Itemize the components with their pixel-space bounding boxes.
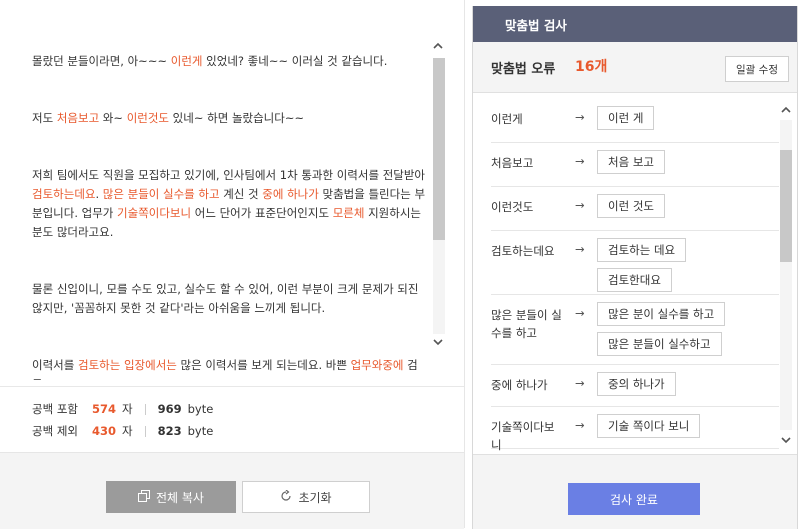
error-original[interactable]: 이런게 (491, 110, 565, 128)
editor-text-segment: 와~ (99, 111, 127, 125)
editor-text-segment: 계신 것 (219, 187, 263, 201)
copy-all-button[interactable]: 전체 복사 (106, 481, 236, 513)
count-with-space-bytes: 969 (157, 402, 182, 416)
count-without-space-chars: 430 (91, 424, 116, 438)
count-without-space-label: 공백 제외 (32, 424, 78, 438)
count-without-space: 공백 제외 430 자 823 byte (32, 423, 213, 439)
editor-panel: 몰랐던 분들이라면, 아~~~ 이런게 있었네? 좋네~~ 이러실 것 같습니다… (0, 0, 465, 529)
error-row: 처음보고 → 처음 보고 (491, 142, 779, 187)
editor-paragraph: 저도 처음보고 와~ 이런것도 있네~ 하면 놀랐습니다~~ (32, 109, 428, 128)
arrow-right-icon: → (575, 418, 585, 432)
editor-paragraph: 물론 신입이니, 모를 수도 있고, 실수도 할 수 있어, 이런 부분이 크게… (32, 280, 428, 318)
char-unit: 자 (122, 424, 133, 438)
error-original[interactable]: 이런것도 (491, 198, 565, 216)
arrow-right-icon: → (575, 110, 585, 124)
error-count: 16개 (575, 59, 608, 75)
editor-scroll-down-icon[interactable] (432, 336, 444, 348)
editor-text-segment: 물론 신입이니, 모를 수도 있고, 실수도 할 수 있어, 이런 부분이 크게… (32, 282, 419, 315)
editor-footer: 전체 복사 초기화 (0, 452, 464, 529)
reset-label: 초기화 (298, 490, 332, 505)
refresh-icon (280, 489, 292, 505)
reset-button[interactable]: 초기화 (242, 481, 370, 513)
divider (144, 403, 146, 415)
editor-content[interactable]: 몰랐던 분들이라면, 아~~~ 이런게 있었네? 좋네~~ 이러실 것 같습니다… (32, 52, 428, 380)
check-done-button[interactable]: 검사 완료 (568, 483, 700, 515)
spelling-error-text[interactable]: 많은 분들이 실수를 하고 (103, 187, 220, 201)
editor-scrollbar-thumb[interactable] (433, 58, 445, 240)
spelling-error-text[interactable]: 이런것도 (127, 111, 169, 125)
arrow-right-icon: → (575, 376, 585, 390)
error-row: 많은 분들이 실수를 하고 → 많은 분이 실수를 하고많은 분들이 실수하고 (491, 294, 779, 365)
editor-text-segment: . (95, 187, 103, 201)
error-label: 맞춤법 오류 (491, 62, 556, 77)
suggestion-button[interactable]: 중의 하나가 (597, 372, 676, 396)
editor-text-segment: 어느 단어가 표준단어인지도 (191, 206, 333, 220)
spelling-error-text[interactable]: 모른체 (333, 206, 365, 220)
editor-paragraph: 저희 팀에서도 직원을 모집하고 있기에, 인사팀에서 1차 통과한 이력서를 … (32, 166, 428, 242)
error-row: 이런게 → 이런 게 (491, 98, 779, 143)
spelling-error-text[interactable]: 이런게 (171, 54, 203, 68)
suggestion-button[interactable]: 검토하는 데요 (597, 238, 687, 262)
spell-check-footer: 검사 완료 (473, 454, 797, 529)
suggestion-button[interactable]: 많은 분이 실수를 하고 (597, 302, 726, 326)
error-original[interactable]: 처음보고 (491, 154, 565, 172)
count-without-space-bytes: 823 (157, 424, 182, 438)
list-scroll-down-icon[interactable] (780, 434, 792, 446)
suggestion-button[interactable]: 이런 게 (597, 106, 655, 130)
spelling-error-text[interactable]: 기술쪽이다보니 (117, 206, 191, 220)
error-row: 검토하는데요 → 검토하는 데요검토한대요 (491, 230, 779, 295)
error-original[interactable]: 검토하는데요 (491, 242, 565, 260)
suggestion-button[interactable]: 많은 분들이 실수하고 (597, 332, 722, 356)
editor-text-segment: 몰랐던 분들이라면, 아~~~ (32, 54, 171, 68)
byte-unit: byte (187, 424, 214, 438)
editor-paragraph: 몰랐던 분들이라면, 아~~~ 이런게 있었네? 좋네~~ 이러실 것 같습니다… (32, 52, 428, 71)
character-counts: 공백 포함 574 자 969 byte 공백 제외 430 자 823 byt… (0, 386, 464, 451)
count-with-space-label: 공백 포함 (32, 402, 78, 416)
editor-scrollbar-track[interactable] (433, 58, 445, 334)
error-summary: 맞춤법 오류 16개 일괄 수정 (473, 42, 797, 93)
error-original[interactable]: 많은 분들이 실수를 하고 (491, 306, 565, 342)
error-list: 이런게 → 이런 게처음보고 → 처음 보고이런것도 → 이런 것도검토하는데요 → 검토하는 … (473, 92, 797, 454)
suggestion-button[interactable]: 처음 보고 (597, 150, 665, 174)
arrow-right-icon: → (575, 242, 585, 256)
editor-text-segment: 있었네? 좋네~~ 이러실 것 같습니다. (202, 54, 388, 68)
spelling-error-text[interactable]: 검토하는 입장에서는 (78, 358, 177, 372)
byte-unit: byte (187, 402, 214, 416)
text-editor[interactable]: 몰랐던 분들이라면, 아~~~ 이런게 있었네? 좋네~~ 이러실 것 같습니다… (0, 10, 452, 380)
count-with-space-chars: 574 (91, 402, 116, 416)
spell-check-header: 맞춤법 검사 (473, 6, 797, 42)
arrow-right-icon: → (575, 154, 585, 168)
copy-all-label: 전체 복사 (156, 490, 204, 505)
list-scrollbar-track[interactable] (780, 120, 792, 430)
suggestion-button[interactable]: 이런 것도 (597, 194, 665, 218)
list-scroll-up-icon[interactable] (780, 104, 792, 116)
count-with-space: 공백 포함 574 자 969 byte (32, 401, 213, 417)
editor-paragraph: 이력서를 검토하는 입장에서는 많은 이력서를 보게 되는데요. 바쁜 업무와중… (32, 356, 428, 380)
suggestion-button[interactable]: 기술 쪽이다 보니 (597, 414, 701, 438)
error-row: 기술쪽이다보니 → 기술 쪽이다 보니 (491, 406, 779, 452)
editor-scroll-up-icon[interactable] (432, 40, 444, 52)
error-row: 중에 하나가 → 중의 하나가 (491, 364, 779, 407)
error-row: 이런것도 → 이런 것도 (491, 186, 779, 231)
spelling-error-text[interactable]: 검토하는데요 (32, 187, 95, 201)
error-original[interactable]: 중에 하나가 (491, 376, 565, 394)
copy-icon (138, 489, 150, 505)
editor-text-segment: 이력서를 (32, 358, 78, 372)
editor-text-segment: 있네~ 하면 놀랐습니다~~ (169, 111, 305, 125)
divider (144, 425, 146, 437)
editor-text-segment: 저도 (32, 111, 57, 125)
spelling-error-text[interactable]: 처음보고 (57, 111, 99, 125)
spelling-error-text[interactable]: 중에 하나가 (262, 187, 319, 201)
arrow-right-icon: → (575, 306, 585, 320)
editor-text-segment: 저희 팀에서도 직원을 모집하고 있기에, 인사팀에서 1차 통과한 이력서를 … (32, 168, 426, 182)
spell-check-panel: 맞춤법 검사 맞춤법 오류 16개 일괄 수정 이런게 → 이런 게처음보고 → 처음 … (472, 6, 798, 529)
suggestion-button[interactable]: 검토한대요 (597, 268, 672, 292)
editor-text-segment: 많은 이력서를 보게 되는데요. 바쁜 (176, 358, 351, 372)
list-scrollbar-thumb[interactable] (780, 150, 792, 262)
spelling-error-text[interactable]: 업무와중에 (351, 358, 404, 372)
arrow-right-icon: → (575, 198, 585, 212)
fix-all-button[interactable]: 일괄 수정 (725, 56, 789, 82)
char-unit: 자 (122, 402, 133, 416)
